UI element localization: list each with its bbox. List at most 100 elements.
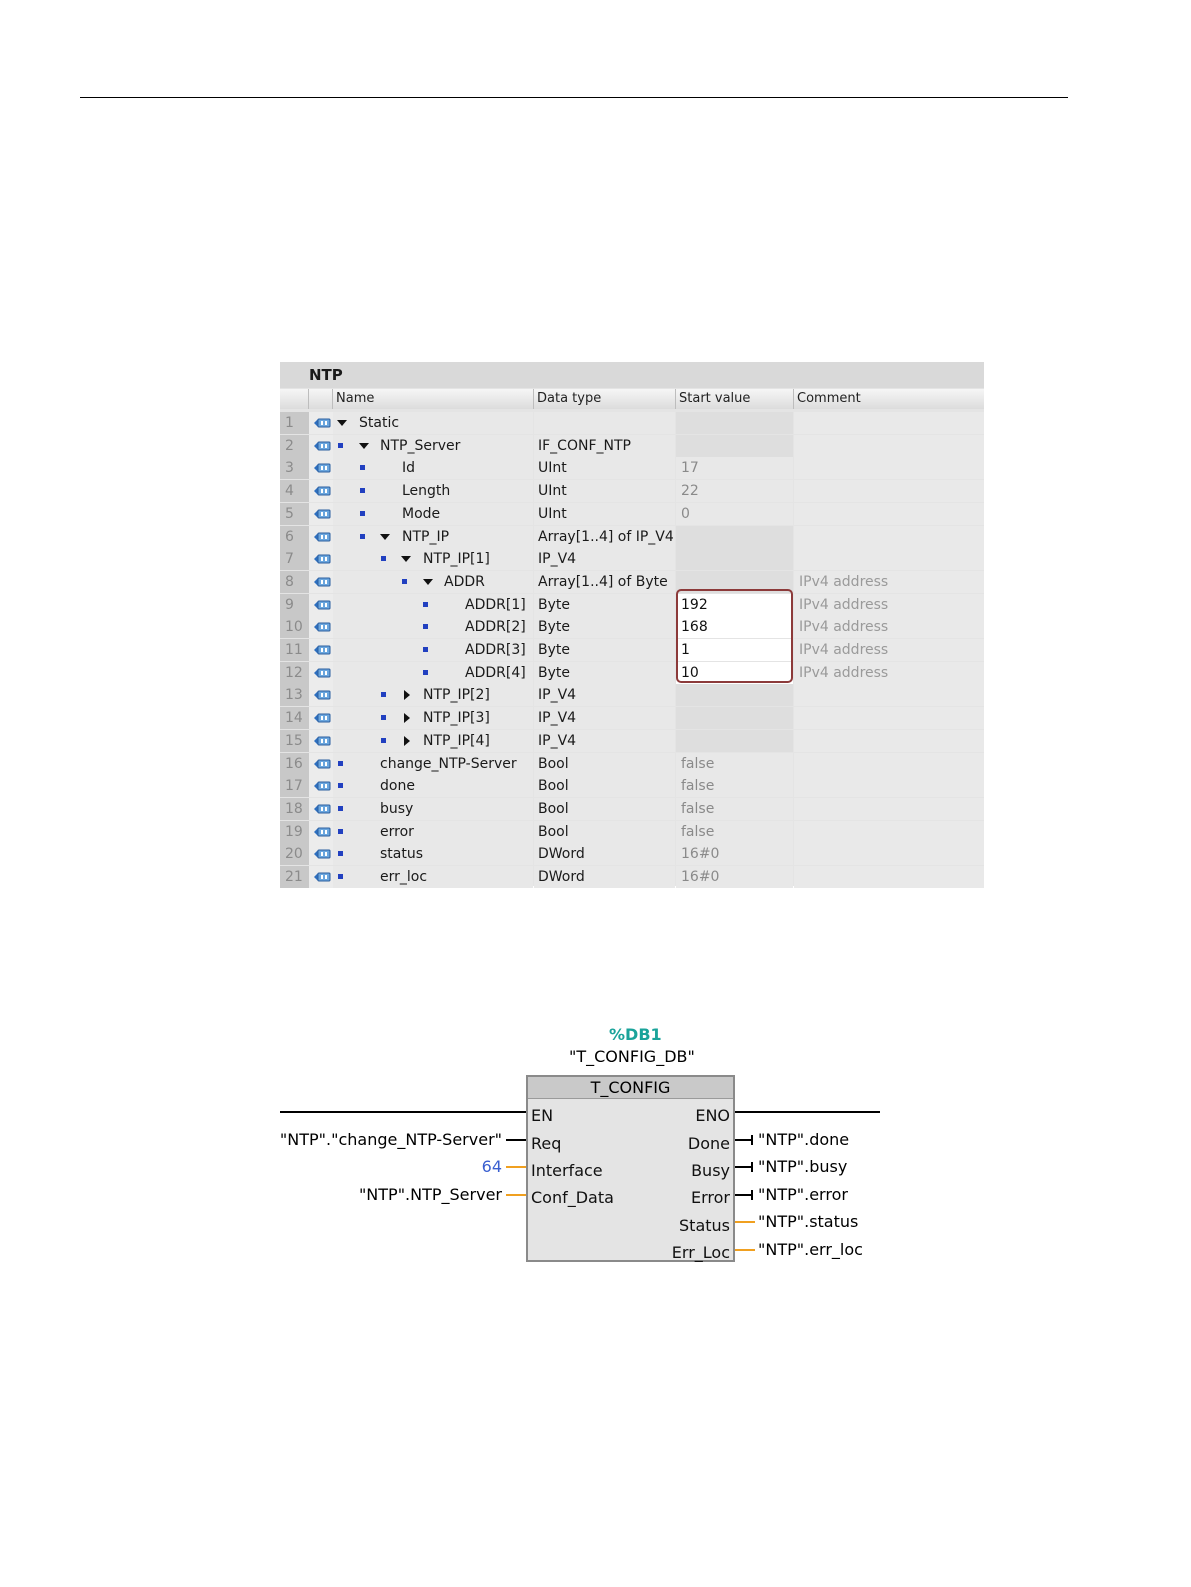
data-type-cell[interactable]: UInt	[534, 480, 675, 503]
pin-err-loc[interactable]: Err_Loc	[672, 1243, 730, 1262]
pin-interface[interactable]: Interface	[531, 1161, 603, 1180]
name-cell[interactable]: Mode	[333, 502, 533, 525]
table-row[interactable]: 15 NTP_IP[4] IP_V4	[280, 729, 984, 752]
start-value-cell[interactable]	[676, 434, 793, 457]
data-type-cell[interactable]: Byte	[534, 661, 675, 684]
data-type-cell[interactable]: Array[1..4] of Byte	[534, 570, 675, 593]
busy-param[interactable]: "NTP".busy	[758, 1157, 847, 1176]
expand-arrow-icon[interactable]	[404, 713, 410, 724]
name-cell[interactable]: ADDR[2]	[333, 616, 533, 639]
start-value-cell[interactable]: 0	[676, 502, 793, 525]
name-cell[interactable]: NTP_IP[1]	[333, 548, 533, 571]
table-row[interactable]: 17 done Bool false	[280, 775, 984, 798]
table-row[interactable]: 1 Static	[280, 412, 984, 434]
name-cell[interactable]: NTP_IP	[333, 525, 533, 548]
name-cell[interactable]: NTP_Server	[333, 434, 533, 457]
name-cell[interactable]: NTP_IP[2]	[333, 684, 533, 707]
name-cell[interactable]: NTP_IP[4]	[333, 729, 533, 752]
t-config-block[interactable]: T_CONFIG EN Req Interface Conf_Data ENO …	[526, 1075, 735, 1262]
name-cell[interactable]: ADDR[4]	[333, 661, 533, 684]
pin-done[interactable]: Done	[688, 1134, 730, 1153]
comment-cell[interactable]	[794, 729, 984, 752]
data-type-cell[interactable]: Bool	[534, 820, 675, 843]
data-type-cell[interactable]: Byte	[534, 639, 675, 661]
start-value-cell[interactable]	[676, 684, 793, 707]
comment-cell[interactable]	[794, 843, 984, 866]
comment-cell[interactable]	[794, 525, 984, 548]
comment-cell[interactable]	[794, 752, 984, 775]
table-row[interactable]: 11 ADDR[3] Byte 1 IPv4 address	[280, 639, 984, 661]
comment-cell[interactable]	[794, 866, 984, 888]
name-cell[interactable]: Static	[333, 412, 533, 434]
pin-eno[interactable]: ENO	[695, 1106, 730, 1125]
name-cell[interactable]: ADDR[1]	[333, 593, 533, 616]
start-value-cell[interactable]: 22	[676, 480, 793, 503]
comment-cell[interactable]: IPv4 address	[794, 661, 984, 684]
data-type-cell[interactable]: IP_V4	[534, 707, 675, 730]
data-type-cell[interactable]: DWord	[534, 843, 675, 866]
pin-busy[interactable]: Busy	[691, 1161, 730, 1180]
comment-cell[interactable]	[794, 502, 984, 525]
comment-cell[interactable]	[794, 480, 984, 503]
data-type-cell[interactable]	[534, 412, 675, 434]
comment-cell[interactable]	[794, 434, 984, 457]
table-row[interactable]: 14 NTP_IP[3] IP_V4	[280, 707, 984, 730]
start-value-cell[interactable]: false	[676, 775, 793, 798]
header-comment[interactable]: Comment	[794, 389, 984, 409]
err-loc-param[interactable]: "NTP".err_loc	[758, 1240, 863, 1259]
block-db-number[interactable]: %DB1	[609, 1025, 662, 1044]
data-type-cell[interactable]: IP_V4	[534, 684, 675, 707]
name-cell[interactable]: status	[333, 843, 533, 866]
table-row[interactable]: 10 ADDR[2] Byte 168 IPv4 address	[280, 616, 984, 639]
name-cell[interactable]: error	[333, 820, 533, 843]
table-row[interactable]: 13 NTP_IP[2] IP_V4	[280, 684, 984, 707]
comment-cell[interactable]	[794, 684, 984, 707]
start-value-cell[interactable]	[676, 729, 793, 752]
done-param[interactable]: "NTP".done	[758, 1130, 849, 1149]
conf-data-param[interactable]: "NTP".NTP_Server	[359, 1185, 502, 1204]
collapse-arrow-icon[interactable]	[359, 442, 369, 449]
comment-cell[interactable]	[794, 548, 984, 571]
req-param[interactable]: "NTP"."change_NTP-Server"	[280, 1130, 502, 1149]
start-value-cell[interactable]: false	[676, 797, 793, 820]
comment-cell[interactable]: IPv4 address	[794, 616, 984, 639]
start-value-cell[interactable]: 17	[676, 457, 793, 480]
comment-cell[interactable]	[794, 412, 984, 434]
pin-req[interactable]: Req	[531, 1134, 561, 1153]
start-value-cell[interactable]: 16#0	[676, 843, 793, 866]
table-row[interactable]: 7 NTP_IP[1] IP_V4	[280, 548, 984, 571]
data-type-cell[interactable]: Bool	[534, 797, 675, 820]
data-type-cell[interactable]: Bool	[534, 752, 675, 775]
block-instance-name[interactable]: "T_CONFIG_DB"	[569, 1047, 695, 1066]
header-start-value[interactable]: Start value	[676, 389, 794, 409]
table-row[interactable]: 3 Id UInt 17	[280, 457, 984, 480]
name-cell[interactable]: ADDR[3]	[333, 639, 533, 661]
table-row[interactable]: 6 NTP_IP Array[1..4] of IP_V4	[280, 525, 984, 548]
data-type-cell[interactable]: Array[1..4] of IP_V4	[534, 525, 675, 548]
start-value-cell[interactable]: false	[676, 820, 793, 843]
start-value-cell[interactable]	[676, 707, 793, 730]
start-value-cell[interactable]	[676, 412, 793, 434]
name-cell[interactable]: busy	[333, 797, 533, 820]
name-cell[interactable]: ADDR	[333, 570, 533, 593]
pin-status[interactable]: Status	[679, 1216, 730, 1235]
collapse-arrow-icon[interactable]	[380, 533, 390, 540]
comment-cell[interactable]	[794, 457, 984, 480]
comment-cell[interactable]	[794, 797, 984, 820]
pin-en[interactable]: EN	[531, 1106, 553, 1125]
table-row[interactable]: 12 ADDR[4] Byte 10 IPv4 address	[280, 661, 984, 684]
comment-cell[interactable]	[794, 820, 984, 843]
header-data-type[interactable]: Data type	[534, 389, 676, 409]
header-name[interactable]: Name	[333, 389, 534, 409]
name-cell[interactable]: NTP_IP[3]	[333, 707, 533, 730]
name-cell[interactable]: err_loc	[333, 866, 533, 888]
interface-param[interactable]: 64	[482, 1157, 502, 1176]
name-cell[interactable]: done	[333, 775, 533, 798]
data-type-cell[interactable]: UInt	[534, 457, 675, 480]
collapse-arrow-icon[interactable]	[401, 556, 411, 563]
table-row[interactable]: 9 ADDR[1] Byte 192 IPv4 address	[280, 593, 984, 616]
pin-conf-data[interactable]: Conf_Data	[531, 1188, 614, 1207]
table-row[interactable]: 8 ADDR Array[1..4] of Byte IPv4 address	[280, 570, 984, 593]
start-value-cell[interactable]: false	[676, 752, 793, 775]
name-cell[interactable]: change_NTP-Server	[333, 752, 533, 775]
